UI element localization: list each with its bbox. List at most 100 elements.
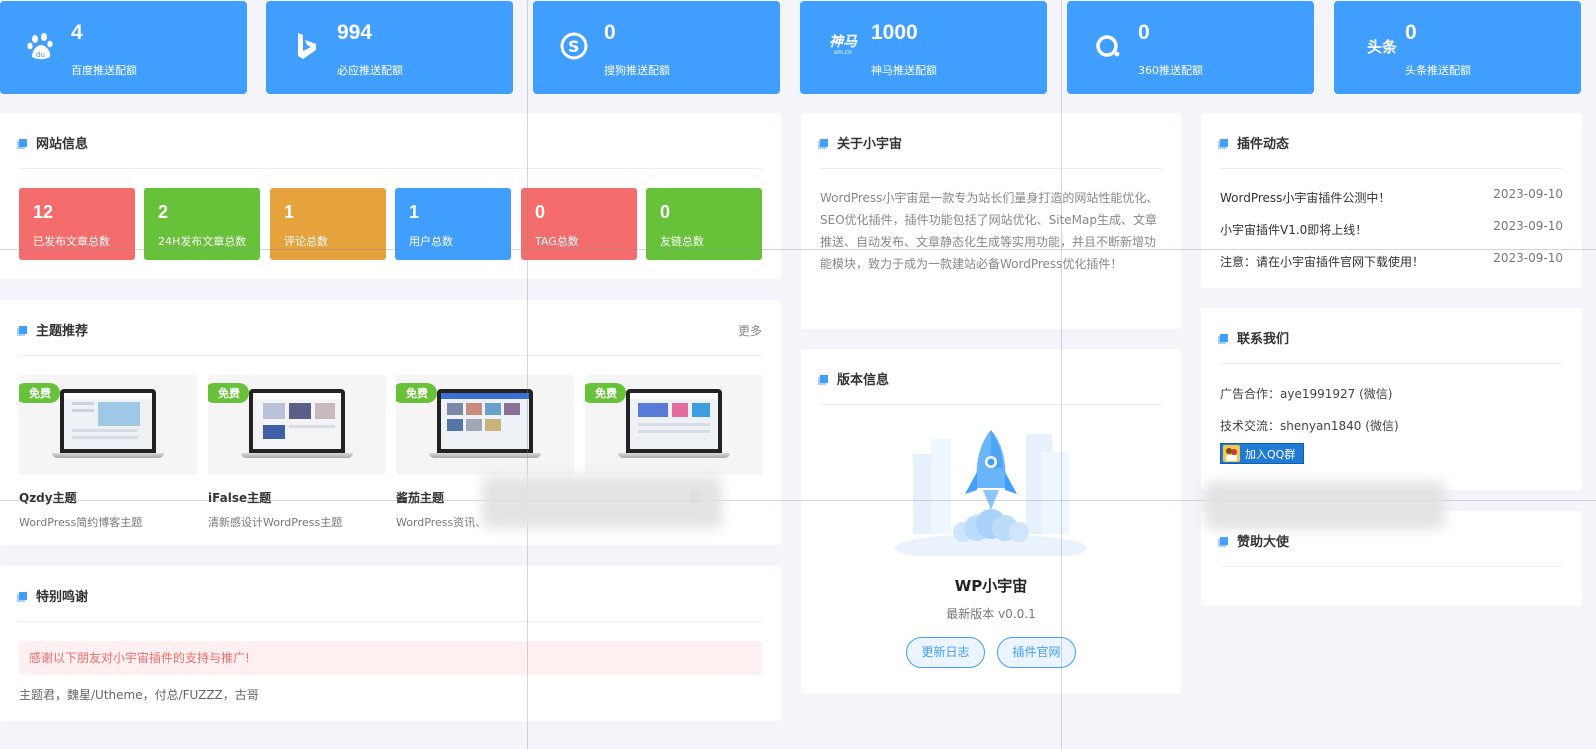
quota-value: 0 [1138, 21, 1150, 44]
news-item[interactable]: 小宇宙插件V1.0即将上线！ 2023-09-10 [1220, 219, 1563, 238]
plugin-name: WP小宇宙 [954, 577, 1028, 595]
quota-value: 4 [71, 21, 83, 44]
panel-title: 插件动态 [1220, 133, 1289, 152]
svg-text:S: S [568, 37, 580, 56]
theme-card-qzdy[interactable]: 免费 Qzdy主题 WordPress简约博客主题 [19, 375, 197, 530]
thanks-notice: 感谢以下朋友对小宇宙插件的支持与推广! [19, 641, 762, 675]
version-panel: 版本信息 WP小宇宙 最新版本 v0.0.1 更新日志 插件官网 [801, 349, 1181, 694]
stat-value: 2 [158, 202, 169, 222]
quota-tile-360: 0 360推送配额 [1067, 1, 1314, 94]
quota-label: 搜狗推送配额 [604, 64, 670, 77]
panel-title: 联系我们 [1220, 328, 1289, 347]
quota-label: 360推送配额 [1138, 64, 1203, 77]
quota-tile-baidu: du 4 百度推送配额 [0, 1, 247, 94]
stat-label: 评论总数 [284, 235, 328, 248]
free-badge: 免费 [396, 383, 437, 403]
more-link[interactable]: 更多 [738, 322, 762, 339]
toutiao-icon: 头条 [1362, 29, 1402, 63]
quota-tile-toutiao: 头条 0 头条推送配额 [1334, 1, 1581, 94]
quota-label: 头条推送配额 [1405, 64, 1471, 77]
free-badge: 免费 [19, 383, 60, 403]
title-square-icon [19, 325, 27, 334]
theme-name[interactable]: iFalse主题 [208, 489, 386, 506]
contact-tech: 技术交流：shenyan1840 (微信) [1220, 419, 1399, 433]
panel-title: 主题推荐 [19, 320, 88, 339]
so360-icon [1091, 29, 1125, 63]
news-title[interactable]: WordPress小宇宙插件公测中！ [1220, 191, 1390, 205]
stat-label: 友链总数 [660, 235, 704, 248]
quota-value: 0 [1405, 21, 1417, 44]
quota-value: 994 [337, 21, 373, 44]
stat-value: 0 [535, 202, 546, 222]
panel-title: 版本信息 [820, 369, 889, 388]
join-qq-group-button[interactable]: 加入QQ群 [1220, 443, 1304, 464]
plugin-news-panel: 插件动态 WordPress小宇宙插件公测中！ 2023-09-10 小宇宙插件… [1201, 113, 1582, 288]
news-date: 2023-09-10 [1493, 219, 1563, 233]
divider [820, 168, 1162, 169]
stat-label: 已发布文章总数 [33, 235, 110, 248]
theme-desc: WordPress简约博客主题 [19, 516, 143, 529]
title-square-icon [820, 374, 828, 383]
shenma-icon: 神马 sm.cn [824, 29, 862, 63]
theme-name[interactable]: Qzdy主题 [19, 489, 197, 506]
panel-title: 特别鸣谢 [19, 586, 88, 605]
qq-people-icon [1223, 445, 1240, 462]
theme-desc: 清新感设计WordPress主题 [208, 516, 343, 529]
laptop-preview-image [52, 389, 164, 458]
free-badge: 免费 [208, 383, 249, 403]
special-thanks-panel: 特别鸣谢 感谢以下朋友对小宇宙插件的支持与推广! 主题君，魏星/Utheme，付… [0, 566, 781, 721]
quota-tile-shenma: 神马 sm.cn 1000 神马推送配额 [800, 1, 1047, 94]
guide-line [527, 0, 528, 749]
sogou-icon: S [557, 29, 591, 63]
title-square-icon [19, 138, 27, 147]
free-badge: 免费 [585, 383, 626, 403]
quota-tile-bing: 994 必应推送配额 [266, 1, 513, 94]
news-item[interactable]: WordPress小宇宙插件公测中！ 2023-09-10 [1220, 187, 1563, 206]
laptop-preview-image [429, 389, 541, 458]
theme-thumbnail[interactable]: 免费 [585, 375, 763, 475]
news-item[interactable]: 注意：请在小宇宙插件官网下载使用！ 2023-09-10 [1220, 251, 1563, 270]
panel-title: 网站信息 [19, 133, 88, 152]
stat-value: 1 [284, 202, 295, 222]
site-info-panel: 网站信息 12 已发布文章总数 2 24H发布文章总数 1 评论总数 1 用户总… [0, 113, 781, 279]
shenma-icon-text: 神马 [829, 34, 857, 50]
panel-title: 赞助大使 [1220, 531, 1289, 550]
laptop-preview-image [241, 389, 353, 458]
stat-label: 24H发布文章总数 [158, 235, 247, 248]
blurred-region [1205, 481, 1445, 529]
title-square-icon [19, 591, 27, 600]
quota-label: 百度推送配额 [71, 64, 137, 77]
laptop-preview-image [618, 389, 730, 458]
theme-card-ifalse[interactable]: 免费 iFalse主题 清新感设计WordPress主题 [208, 375, 386, 530]
divider [1220, 168, 1563, 169]
about-description: WordPress小宇宙是一款专为站长们量身打造的网站性能优化、SEO优化插件，… [820, 191, 1159, 271]
title-square-icon [820, 138, 828, 147]
theme-thumbnail[interactable]: 免费 [19, 375, 197, 475]
stat-value: 0 [660, 202, 671, 222]
news-title[interactable]: 小宇宙插件V1.0即将上线！ [1220, 223, 1367, 237]
news-title[interactable]: 注意：请在小宇宙插件官网下载使用！ [1220, 255, 1424, 269]
contact-ad: 广告合作：aye1991927 (微信) [1220, 387, 1393, 401]
divider [19, 168, 762, 169]
stat-value: 12 [33, 202, 54, 222]
theme-thumbnail[interactable]: 免费 [396, 375, 574, 475]
contact-panel: 联系我们 广告合作：aye1991927 (微信) 技术交流：shenyan18… [1201, 308, 1582, 490]
title-square-icon [1220, 536, 1228, 545]
blurred-region [482, 476, 722, 528]
about-panel: 关于小宇宙 WordPress小宇宙是一款专为站长们量身打造的网站性能优化、SE… [801, 113, 1181, 329]
shenma-icon-sub: sm.cn [834, 49, 852, 56]
title-square-icon [1220, 333, 1228, 342]
qq-button-label: 加入QQ群 [1245, 447, 1296, 461]
changelog-button[interactable]: 更新日志 [906, 637, 985, 668]
title-square-icon [1220, 138, 1228, 147]
thanks-names: 主题君，魏星/Utheme，付总/FUZZZ，古哥 [19, 688, 259, 702]
divider [1220, 363, 1563, 364]
baidu-paw-icon: du [24, 29, 58, 63]
guide-line [1061, 0, 1062, 749]
theme-thumbnail[interactable]: 免费 [208, 375, 386, 475]
divider [19, 621, 762, 622]
plugin-site-button[interactable]: 插件官网 [997, 637, 1076, 668]
guide-line [0, 249, 1596, 250]
toutiao-icon-text: 头条 [1366, 37, 1397, 56]
stat-value: 1 [409, 202, 420, 222]
